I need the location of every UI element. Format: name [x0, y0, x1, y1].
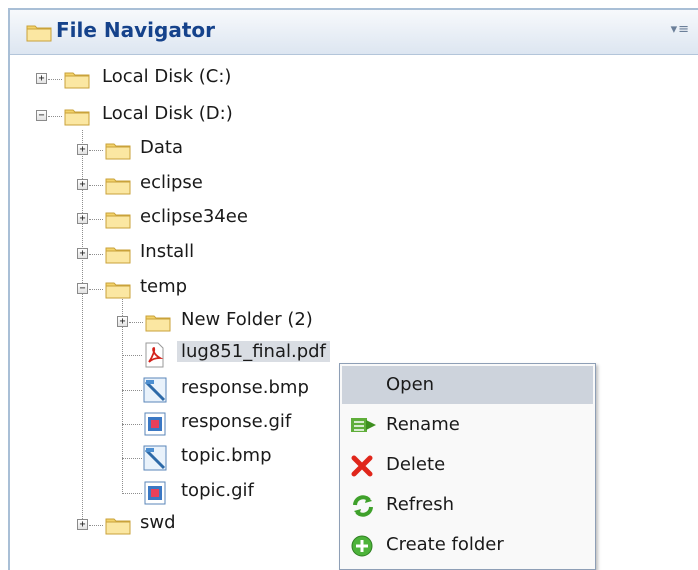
tree-connector — [122, 424, 142, 425]
folder-icon — [105, 279, 131, 299]
folder-icon — [105, 209, 131, 229]
folder-icon — [105, 244, 131, 264]
expand-toggle[interactable]: + — [77, 179, 88, 190]
tree-connector — [48, 79, 62, 80]
tree-connector — [89, 525, 103, 526]
menu-icon[interactable]: ▾≡ — [671, 22, 690, 37]
tree-item-swd[interactable]: swd — [140, 512, 176, 533]
tree-connector — [122, 390, 142, 391]
tree-item-response-gif[interactable]: response.gif — [181, 411, 291, 432]
expand-toggle[interactable]: + — [117, 316, 128, 327]
tree-item-install[interactable]: Install — [140, 241, 194, 262]
tree-item-pdf[interactable]: lug851_final.pdf — [177, 341, 330, 362]
pdf-icon — [145, 342, 164, 368]
expand-toggle[interactable]: + — [77, 213, 88, 224]
collapse-toggle[interactable]: − — [36, 110, 47, 121]
tree-connector — [89, 289, 103, 290]
tree-item-local-disk-d[interactable]: Local Disk (D:) — [102, 103, 233, 124]
bitmap-icon — [143, 445, 167, 471]
folder-icon — [64, 69, 90, 89]
tree-connector — [129, 322, 143, 323]
expand-toggle[interactable]: + — [77, 144, 88, 155]
menu-item-open[interactable]: Open — [342, 366, 593, 404]
menu-item-label: Delete — [386, 454, 446, 475]
panel-header: File Navigator ▾≡ — [10, 10, 698, 55]
tree-item-data[interactable]: Data — [140, 137, 183, 158]
folder-icon — [105, 140, 131, 160]
expand-toggle[interactable]: + — [77, 248, 88, 259]
tree-connector — [89, 254, 103, 255]
bitmap-icon — [143, 377, 167, 403]
menu-item-delete[interactable]: Delete — [342, 446, 593, 484]
menu-item-label: Rename — [386, 414, 460, 435]
tree-item-topic-gif[interactable]: topic.gif — [181, 480, 254, 501]
tree-connector — [89, 219, 103, 220]
context-menu: Open Rename Delete Refresh Create folder — [339, 363, 596, 570]
expand-toggle[interactable]: + — [36, 73, 47, 84]
image-icon — [144, 481, 166, 505]
tree-item-eclipse[interactable]: eclipse — [140, 172, 203, 193]
rename-icon — [351, 418, 376, 432]
tree-item-response-bmp[interactable]: response.bmp — [181, 377, 309, 398]
add-icon — [351, 535, 373, 557]
folder-icon — [145, 312, 171, 332]
tree-item-temp[interactable]: temp — [140, 276, 187, 297]
tree-connector — [122, 355, 142, 356]
folder-icon — [26, 22, 52, 42]
tree-item-local-disk-c[interactable]: Local Disk (C:) — [102, 66, 231, 87]
folder-icon — [64, 106, 90, 126]
panel-title: File Navigator — [56, 18, 216, 42]
folder-icon — [105, 175, 131, 195]
tree-connector — [89, 150, 103, 151]
menu-item-label: Refresh — [386, 494, 454, 515]
image-icon — [144, 412, 166, 436]
menu-item-rename[interactable]: Rename — [342, 406, 593, 444]
tree-connector — [89, 185, 103, 186]
tree-item-new-folder[interactable]: New Folder (2) — [181, 309, 313, 330]
expand-toggle[interactable]: + — [77, 519, 88, 530]
tree-connector — [48, 116, 62, 117]
menu-item-label: Open — [386, 374, 435, 395]
menu-item-create-folder[interactable]: Create folder — [342, 526, 593, 564]
tree-item-eclipse34ee[interactable]: eclipse34ee — [140, 206, 248, 227]
tree-connector — [122, 458, 142, 459]
tree-connector — [122, 493, 142, 494]
collapse-toggle[interactable]: − — [77, 283, 88, 294]
menu-item-label: Create folder — [386, 534, 504, 555]
refresh-icon — [353, 495, 373, 517]
folder-icon — [105, 515, 131, 535]
menu-item-refresh[interactable]: Refresh — [342, 486, 593, 524]
delete-icon — [351, 455, 373, 477]
tree-item-topic-bmp[interactable]: topic.bmp — [181, 445, 272, 466]
